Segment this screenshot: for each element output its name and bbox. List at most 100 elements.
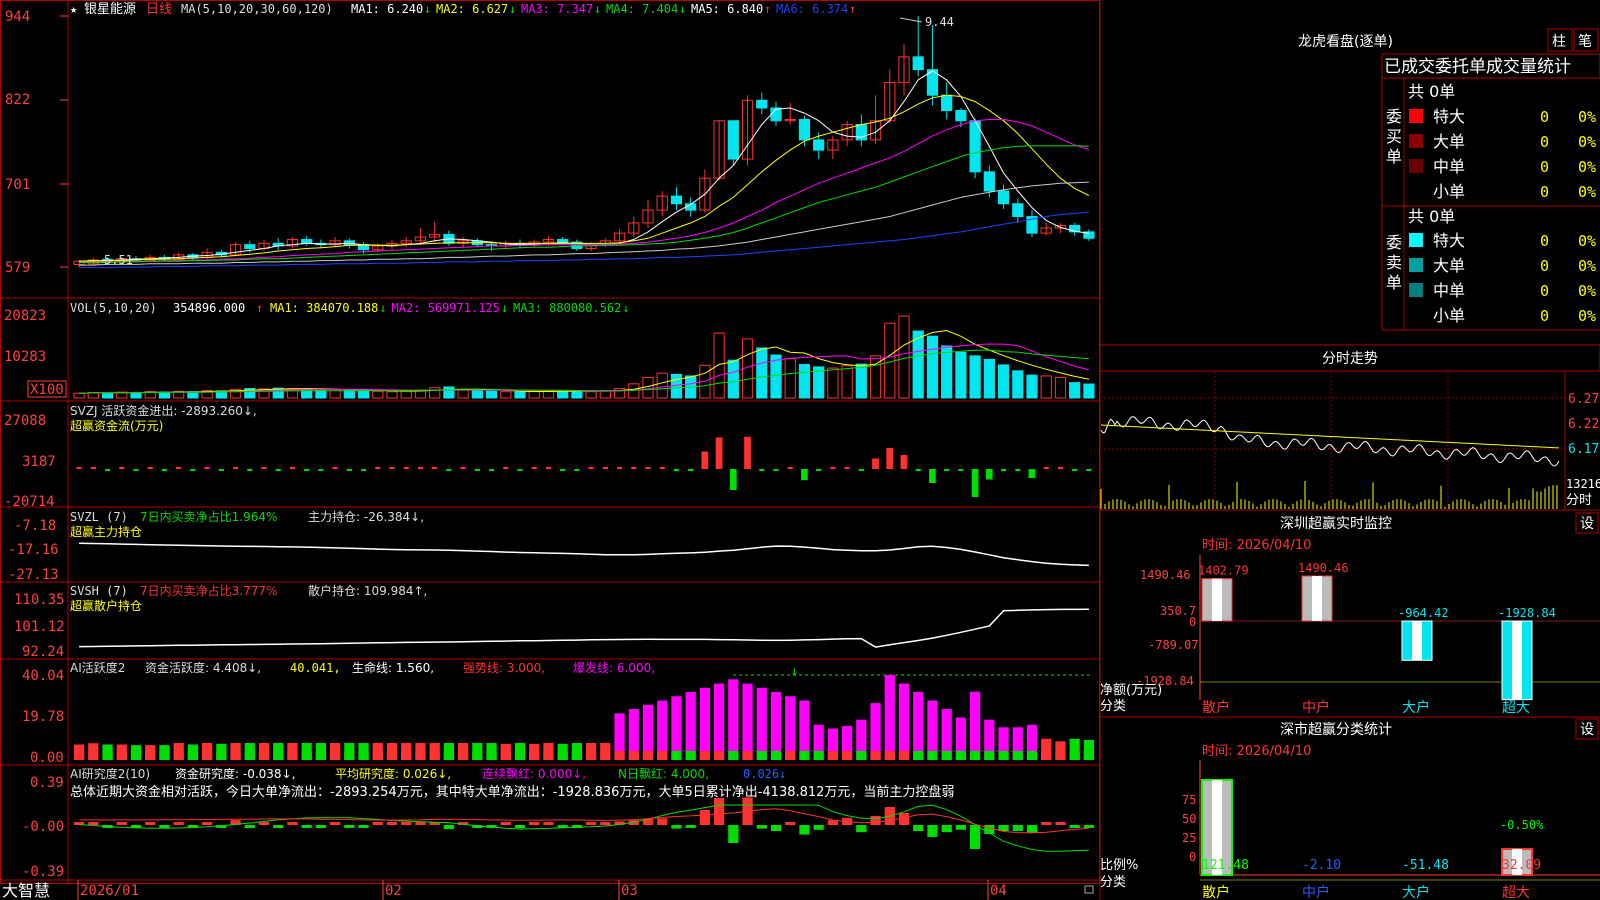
lhb-color-swatch xyxy=(1409,134,1423,148)
ma-legend-item: MA3: 7.347 xyxy=(521,2,593,16)
svzj-bar xyxy=(801,469,808,481)
sz-stats-y-unit: 比例% xyxy=(1100,858,1138,873)
svzj-bar xyxy=(958,469,964,471)
stock-name[interactable]: 银星能源 xyxy=(84,2,136,17)
svsh-y-tick: 110.35 xyxy=(14,592,65,608)
sz-stats-y-tick: 50 xyxy=(1182,812,1196,826)
ai-active-bar xyxy=(742,683,753,760)
monitor-category-label: 中户 xyxy=(1302,699,1330,716)
ma-legend-arrow: ↓ xyxy=(594,2,601,16)
sell-total: 共 0单 xyxy=(1408,207,1455,226)
svzl-y-tick: -17.16 xyxy=(8,542,59,558)
svzj-bar xyxy=(389,467,395,469)
ma-line-ma1 xyxy=(79,70,1089,262)
lhb-color-swatch xyxy=(1409,258,1423,272)
ai-active-base xyxy=(543,751,554,760)
ai-active-arrow: ↓ xyxy=(791,664,798,678)
monitor-category-label: 散户 xyxy=(1202,699,1230,716)
lock-icon[interactable] xyxy=(1084,885,1094,894)
lhb-row-count: 0 xyxy=(1540,108,1549,126)
ai-research-bar xyxy=(1055,822,1066,825)
ai-active-base xyxy=(472,751,483,760)
volume-bar xyxy=(1083,383,1095,399)
ma-line-ma3 xyxy=(79,119,1090,263)
ai-research-bar xyxy=(159,825,170,828)
x-axis-label: 03 xyxy=(621,883,638,899)
ai-research-bar xyxy=(372,822,383,825)
svzj-y-tick: 3187 xyxy=(22,454,56,470)
svzj-bar xyxy=(715,437,723,469)
volume-bar xyxy=(784,358,796,399)
volume-bar xyxy=(1012,370,1024,399)
ai-active-bar xyxy=(913,692,924,760)
monitor-category-label: 超大 xyxy=(1502,700,1530,716)
intraday-panel: 分时走势 6.27 6.22 6.17 13216 分时 xyxy=(1099,344,1600,511)
lhb-row-name: 特大 xyxy=(1433,231,1465,250)
app-logo[interactable]: 大智慧 xyxy=(2,881,50,900)
candle-body xyxy=(983,171,995,192)
ai-active-bar xyxy=(728,679,739,760)
ma-legend-arrow: ↓ xyxy=(424,2,431,16)
ai-active-base xyxy=(827,751,839,760)
sz-monitor-time: 时间: 2026/04/10 xyxy=(1202,538,1311,553)
ai-active-base xyxy=(585,751,597,760)
ma-params-label: MA(5,10,20,30,60,120) xyxy=(181,2,333,16)
ai-active-base xyxy=(273,751,284,760)
svzj-bar xyxy=(517,469,523,471)
monitor-bar-highlight xyxy=(1312,576,1322,621)
volume-bar xyxy=(514,391,526,399)
volume-bar xyxy=(130,391,142,399)
sz-stats-title: 深市超赢分类统计 xyxy=(1280,721,1392,738)
ai-research-bar xyxy=(1012,825,1023,831)
ai-research-c: 连续飘红: 0.000↓, xyxy=(482,766,586,781)
ai-research-bar xyxy=(201,822,213,825)
ai-active-base xyxy=(116,751,127,760)
sz-monitor-y-tick: -789.07 xyxy=(1148,638,1199,652)
ai-active-d: 强势线: 3.000, xyxy=(463,661,545,675)
ai-research-bar xyxy=(358,825,369,828)
ai-active-bar xyxy=(770,692,782,760)
lhb-row-pct: 0% xyxy=(1578,158,1596,176)
monitor-bar-highlight xyxy=(1412,621,1422,661)
ai-research-bar xyxy=(941,825,952,833)
lhb-row-pct: 0% xyxy=(1578,307,1596,325)
vol-unit: X100 xyxy=(30,382,64,398)
svzl-y-tick: -7.18 xyxy=(14,518,56,534)
volume-bar xyxy=(841,365,853,399)
kline-y-tick: 579 xyxy=(5,260,30,276)
star-icon: ★ xyxy=(70,2,77,16)
ai-active-base xyxy=(443,751,455,760)
svzj-bar xyxy=(275,469,281,471)
vol-ma-legend-arrow: ↓ xyxy=(623,301,630,315)
intraday-title[interactable]: 分时走势 xyxy=(1322,351,1378,367)
svzj-bar xyxy=(403,467,409,469)
ai-active-bar xyxy=(884,675,895,760)
ai-research-bar xyxy=(88,822,99,825)
candle-body xyxy=(1012,203,1024,218)
ai-active-base xyxy=(130,751,142,760)
sz-stats-y-tick: 75 xyxy=(1182,793,1196,807)
ai-active-base xyxy=(671,751,682,760)
svzj-bar xyxy=(574,469,580,471)
ai-active-base xyxy=(571,751,583,760)
volume-bar xyxy=(571,390,583,399)
vol-arrow: ↑ xyxy=(256,301,263,315)
vol-ma-legend-item: MA3: 880080.562 xyxy=(513,301,621,315)
sz-stats-settings-label: 设 xyxy=(1580,722,1594,738)
ai-active-base xyxy=(201,751,213,760)
lhb-row-count: 0 xyxy=(1540,307,1549,325)
svzj-sublabel: 超赢资金流(万元) xyxy=(70,418,163,433)
lhb-row-name: 特大 xyxy=(1433,107,1465,126)
lhb-row-name: 小单 xyxy=(1433,182,1465,201)
lhb-row-name: 中单 xyxy=(1433,281,1465,300)
ai-research-bar xyxy=(315,825,327,828)
ai-research-b: 平均研究度: 0.026↓, xyxy=(335,766,451,781)
svzj-bar xyxy=(602,467,608,469)
ai-research-bar xyxy=(514,825,526,828)
lhb-row-pct: 0% xyxy=(1578,282,1596,300)
ai-active-base xyxy=(984,751,995,760)
ai-active-base xyxy=(216,751,227,760)
sz-stats-x-unit: 分类 xyxy=(1100,875,1126,890)
period-label[interactable]: 日线 xyxy=(146,2,172,17)
svzj-bar xyxy=(1072,469,1078,471)
